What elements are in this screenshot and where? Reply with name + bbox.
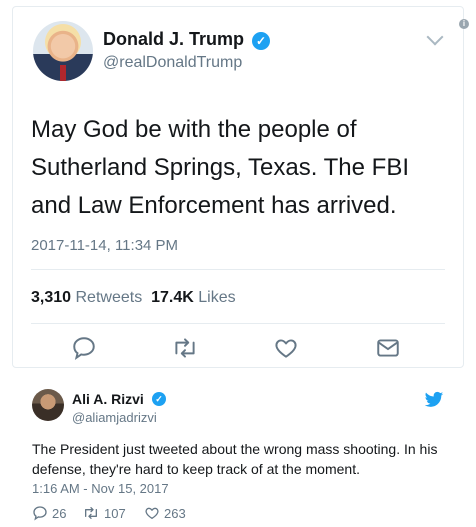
retweets-count[interactable]: 3,310	[31, 289, 71, 306]
retweet-icon[interactable]	[171, 335, 199, 361]
divider	[31, 323, 445, 324]
reply-text: The President just tweeted about the wro…	[32, 441, 438, 477]
likes-count[interactable]: 17.4K	[151, 289, 194, 306]
avatar-tie	[60, 65, 66, 81]
twitter-bird-icon[interactable]	[424, 391, 444, 409]
reply-timestamp[interactable]: 1:16 AM - Nov 15, 2017	[32, 481, 169, 496]
reply-like-action[interactable]: 263	[144, 505, 186, 521]
retweet-icon	[84, 507, 97, 519]
likes-label[interactable]: Likes	[198, 289, 235, 306]
retweet-count: 107	[104, 505, 126, 521]
reply-icon	[33, 506, 47, 521]
like-icon	[145, 507, 159, 519]
verified-icon: ✓	[152, 392, 166, 406]
avatar[interactable]	[33, 21, 93, 81]
tweet-timestamp[interactable]: 2017-11-14, 11:34 PM	[31, 237, 178, 254]
info-icon[interactable]: i	[459, 19, 469, 29]
reply-author-handle[interactable]: @aliamjadrizvi	[72, 410, 157, 425]
tweet-text: May God be with the people of Sutherland…	[31, 116, 409, 219]
like-count: 263	[164, 505, 186, 521]
reply-icon[interactable]	[71, 335, 97, 361]
verified-icon: ✓	[252, 32, 270, 50]
tweet-actions	[13, 335, 465, 365]
reply-author-name[interactable]: Ali A. Rizvi	[72, 391, 144, 407]
direct-message-icon[interactable]	[375, 335, 401, 361]
tweet-stats: 3,310 Retweets 17.4K Likes	[31, 289, 236, 307]
retweets-label[interactable]: Retweets	[76, 289, 143, 306]
reply-retweet-action[interactable]: 107	[82, 505, 126, 521]
tweet-card: Donald J. Trump ✓ @realDonaldTrump i May…	[12, 6, 469, 368]
avatar[interactable]	[32, 389, 64, 421]
divider	[31, 269, 445, 270]
author-handle[interactable]: @realDonaldTrump	[103, 54, 242, 72]
reply-tweet[interactable]: Ali A. Rizvi ✓ @aliamjadrizvi The Presid…	[0, 375, 476, 527]
reply-count: 26	[52, 505, 67, 521]
reply-reply-action[interactable]: 26	[32, 505, 66, 521]
like-icon[interactable]	[273, 335, 299, 361]
chevron-down-icon[interactable]	[426, 28, 444, 46]
author-name[interactable]: Donald J. Trump	[103, 29, 244, 50]
